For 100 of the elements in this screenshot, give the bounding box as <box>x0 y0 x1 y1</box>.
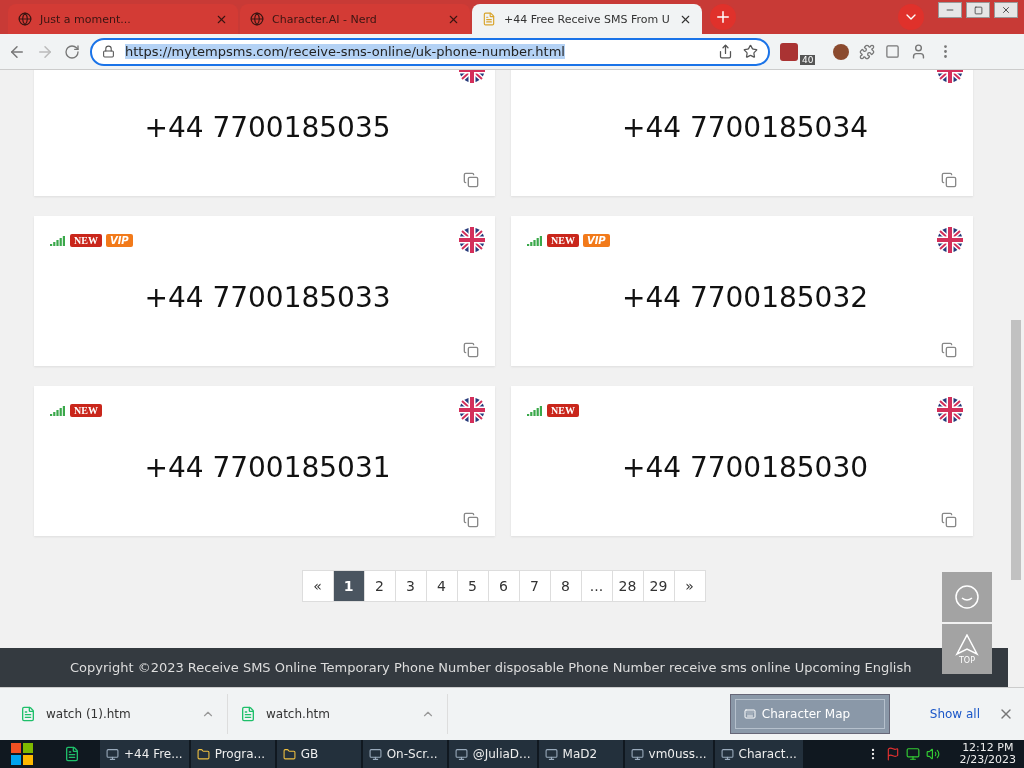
taskbar-app[interactable]: @JuliaD... <box>448 740 537 768</box>
window-icon <box>106 747 119 761</box>
extensions-icon[interactable] <box>859 43 876 60</box>
phone-number-card[interactable]: +44 7700185034 <box>511 70 973 196</box>
flag-icon[interactable] <box>885 747 900 761</box>
page-link[interactable]: 4 <box>425 570 458 602</box>
chat-icon <box>953 583 981 611</box>
extension-icon[interactable] <box>780 42 798 61</box>
phone-number-card[interactable]: +44 7700185035 <box>34 70 495 196</box>
bookmark-star-icon[interactable] <box>743 44 758 59</box>
vip-badge: VIP <box>582 233 610 247</box>
chat-button[interactable] <box>942 572 992 622</box>
taskbar-app[interactable]: GB <box>276 740 361 768</box>
folder-icon <box>196 747 210 761</box>
network-icon[interactable] <box>905 747 920 761</box>
copy-icon[interactable] <box>463 512 479 528</box>
phone-number: +44 7700185033 <box>143 279 392 316</box>
phone-number: +44 7700185035 <box>143 109 392 146</box>
window-icon <box>454 747 468 761</box>
windows-logo-icon <box>11 743 33 765</box>
signal-icon <box>527 234 543 246</box>
scrollbar-thumb[interactable] <box>1011 320 1021 580</box>
taskbar-app-label: Progra... <box>214 747 266 761</box>
phone-number-card[interactable]: NEW VIP +44 7700185033 <box>34 216 495 366</box>
page-link[interactable]: 5 <box>456 570 489 602</box>
copy-icon[interactable] <box>463 342 479 358</box>
taskbar-app-label: On-Scr... <box>386 747 438 761</box>
phone-number-card[interactable]: NEW +44 7700185030 <box>511 386 973 536</box>
share-icon[interactable] <box>718 44 733 59</box>
show-all-link[interactable]: Show all <box>929 707 980 721</box>
phone-number: +44 7700185030 <box>620 449 870 486</box>
minimize-button[interactable] <box>938 2 962 18</box>
phone-number: +44 7700185031 <box>143 449 392 486</box>
uk-flag-icon <box>937 227 963 253</box>
clock[interactable]: 12:12 PM 2/23/2023 <box>959 742 1016 766</box>
tab-search-button[interactable] <box>898 4 924 30</box>
signal-icon <box>50 234 66 246</box>
taskbar-app[interactable]: vm0uss... <box>624 740 713 768</box>
page-link[interactable]: 29 <box>642 570 675 602</box>
download-item[interactable]: watch (1).htm <box>8 694 228 734</box>
maximize-button[interactable] <box>966 2 990 18</box>
side-panel-icon[interactable] <box>885 44 901 59</box>
page-link[interactable]: 7 <box>518 570 551 602</box>
window-icon <box>630 747 644 761</box>
signal-icon <box>527 404 543 416</box>
reload-icon[interactable] <box>64 43 80 60</box>
taskbar-app[interactable]: On-Scr... <box>362 740 447 768</box>
lock-icon <box>102 45 115 58</box>
close-icon <box>1001 5 1011 15</box>
taskbar-app-label: @JuliaD... <box>472 747 531 761</box>
page-link[interactable]: 6 <box>487 570 520 602</box>
new-badge: NEW <box>70 233 102 247</box>
keyboard-icon <box>743 708 756 720</box>
vip-badge: VIP <box>105 233 133 247</box>
taskbar-app[interactable]: MaD2 <box>538 740 623 768</box>
taskbar-app-label: vm0uss... <box>648 747 707 761</box>
page-link[interactable]: 28 <box>611 570 644 602</box>
phone-number-card[interactable]: NEW +44 7700185031 <box>34 386 495 536</box>
window-icon <box>544 747 558 761</box>
new-tab-button[interactable] <box>710 4 736 30</box>
file-icon <box>20 706 36 722</box>
copy-icon[interactable] <box>941 512 957 528</box>
taskbar-app-label: MaD2 <box>562 747 598 761</box>
copy-icon[interactable] <box>463 172 479 188</box>
taskbar-app-label: Charact... <box>738 747 797 761</box>
folder-icon <box>282 747 296 761</box>
page-link[interactable]: 2 <box>363 570 396 602</box>
maximize-icon <box>973 5 983 15</box>
download-item[interactable]: watch.htm <box>228 694 448 734</box>
copy-icon[interactable] <box>941 342 957 358</box>
arrow-up-icon <box>955 633 979 656</box>
page-link[interactable]: » <box>673 570 706 602</box>
uk-flag-icon <box>937 397 963 423</box>
new-badge: NEW <box>547 233 579 247</box>
taskbar-app-label: GB <box>300 747 319 761</box>
taskbar-app[interactable]: Progra... <box>190 740 275 768</box>
copyright-text: Copyright ©2023 Receive SMS Online Temporary Phone Number disposable Phone Number receive sms online Upcoming English <box>70 660 912 675</box>
phone-number-card[interactable]: NEW VIP +44 7700185032 <box>511 216 973 366</box>
taskbar-app-label: +44 Fre... <box>124 747 183 761</box>
browser-tab[interactable]: +44 Free Receive SMS From U <box>472 4 702 34</box>
uk-flag-icon <box>459 227 485 253</box>
volume-icon[interactable] <box>925 747 940 761</box>
new-badge: NEW <box>70 403 102 417</box>
page-link[interactable]: « <box>301 570 334 602</box>
taskbar-app[interactable]: +44 Fre... <box>100 740 189 768</box>
copy-icon[interactable] <box>941 172 957 188</box>
tab-icon <box>250 12 264 26</box>
plus-icon <box>714 8 732 26</box>
window-icon <box>720 747 734 761</box>
file-icon <box>240 706 256 722</box>
page-link[interactable]: 3 <box>394 570 427 602</box>
page-link[interactable]: ... <box>580 570 613 602</box>
phone-number: +44 7700185034 <box>620 109 870 146</box>
app-icon[interactable] <box>64 746 80 762</box>
close-button[interactable] <box>994 2 1018 18</box>
address-bar[interactable]: https://mytempsms.com/receive-sms-online/uk-phone-number.html <box>90 37 770 66</box>
page-link[interactable]: 8 <box>549 570 582 602</box>
extension-avatar-icon[interactable] <box>833 43 850 60</box>
taskbar-app[interactable]: Charact... <box>714 740 803 768</box>
page-link[interactable]: 1 <box>332 570 365 602</box>
